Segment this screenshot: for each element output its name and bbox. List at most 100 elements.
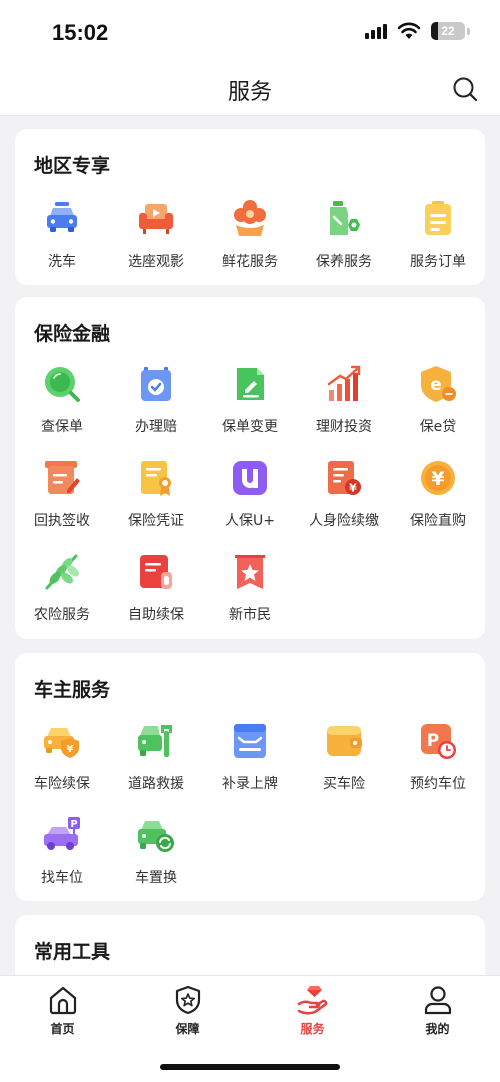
- service-item-label: 办理赔: [135, 419, 177, 435]
- service-item-loan[interactable]: e 保e贷: [391, 364, 485, 456]
- plate-registration-icon: [234, 724, 266, 758]
- service-order-icon: [425, 201, 451, 235]
- receipt-sign-icon: [45, 461, 80, 494]
- service-item-label: 保养服务: [316, 254, 372, 270]
- service-item-claim[interactable]: 办理赔: [109, 364, 203, 456]
- section-common-tools: 常用工具: [15, 915, 485, 975]
- service-item-direct-purchase[interactable]: ¥ 保险直购: [391, 458, 485, 550]
- service-item-label: 保险凭证: [128, 513, 184, 529]
- life-insurance-renewal-icon: ¥: [328, 461, 361, 495]
- tab-label: 首页: [50, 1022, 75, 1036]
- service-item-label: 车险续保: [34, 776, 90, 792]
- policy-search-icon: [45, 367, 80, 402]
- battery-level: 22: [441, 24, 455, 38]
- service-item-picc-u-plus[interactable]: 人保U+: [203, 458, 297, 550]
- service-item-car-insurance-renewal[interactable]: ¥ 车险续保: [15, 721, 109, 813]
- section-regional-exclusive: 地区专享 洗车 选座观影 鲜花服务 保养服务 服务订单: [15, 129, 485, 285]
- service-item-cinema[interactable]: 选座观影: [109, 199, 203, 291]
- policy-change-icon: [237, 368, 264, 400]
- service-item-plate-registration[interactable]: 补录上牌: [203, 721, 297, 813]
- investment-icon: [327, 365, 361, 401]
- service-item-car-wash[interactable]: 洗车: [15, 199, 109, 291]
- service-item-label: 找车位: [41, 870, 83, 886]
- buy-car-insurance-icon: [327, 726, 362, 756]
- picc-u-plus-icon: [233, 461, 267, 495]
- service-item-label: 鲜花服务: [222, 254, 278, 270]
- service-item-label: 理财投资: [316, 419, 372, 435]
- insurance-certificate-icon: [141, 461, 171, 496]
- self-renewal-icon: [140, 555, 172, 589]
- tab-service[interactable]: 服务: [250, 984, 375, 1044]
- service-item-label: 人保U+: [225, 513, 275, 529]
- service-item-policy-change[interactable]: 保单变更: [203, 364, 297, 456]
- status-icons: 22: [365, 22, 470, 40]
- road-rescue-icon: [138, 725, 172, 757]
- service-item-maintenance[interactable]: 保养服务: [297, 199, 391, 291]
- svg-text:e: e: [430, 375, 442, 395]
- service-item-service-order[interactable]: 服务订单: [391, 199, 485, 291]
- service-item-self-renewal[interactable]: 自助续保: [109, 552, 203, 644]
- service-item-label: 新市民: [229, 607, 271, 623]
- service-item-insurance-certificate[interactable]: 保险凭证: [109, 458, 203, 550]
- service-item-policy-search[interactable]: 查保单: [15, 364, 109, 456]
- shield-star-icon: [175, 985, 200, 1015]
- service-item-road-rescue[interactable]: 道路救援: [109, 721, 203, 813]
- service-item-find-parking[interactable]: P 找车位: [15, 815, 109, 907]
- service-item-label: 查保单: [41, 419, 83, 435]
- profile-icon: [424, 986, 451, 1015]
- service-item-label: 保e贷: [419, 419, 457, 435]
- service-item-parking-reservation[interactable]: P 预约车位: [391, 721, 485, 813]
- cinema-seat-icon: [139, 204, 173, 234]
- service-item-label: 选座观影: [128, 254, 184, 270]
- find-parking-icon: P: [44, 817, 80, 850]
- svg-text:¥: ¥: [349, 482, 357, 495]
- agriculture-insurance-icon: [45, 554, 79, 590]
- section-car-owner-services: 车主服务 ¥ 车险续保 道路救援 补录上牌 买车险 P 预约车位 P 找车位 车…: [15, 653, 485, 901]
- service-item-car-exchange[interactable]: 车置换: [109, 815, 203, 907]
- service-content[interactable]: 地区专享 洗车 选座观影 鲜花服务 保养服务 服务订单 保险金融 查保单 办理赔…: [0, 117, 500, 975]
- service-item-buy-car-insurance[interactable]: 买车险: [297, 721, 391, 813]
- status-bar: 15:02 22: [0, 0, 500, 62]
- service-item-new-citizen[interactable]: 新市民: [203, 552, 297, 644]
- maintenance-oil-icon: [330, 201, 360, 235]
- section-insurance-finance: 保险金融 查保单 办理赔 保单变更 理财投资 e 保e贷 回执签收 保险凭证 人…: [15, 297, 485, 639]
- service-item-label: 车置换: [135, 870, 177, 886]
- service-item-flower[interactable]: 鲜花服务: [203, 199, 297, 291]
- section-title: 车主服务: [34, 679, 111, 701]
- status-time: 15:02: [52, 20, 109, 45]
- svg-text:¥: ¥: [431, 468, 444, 490]
- tab-label: 服务: [300, 1022, 325, 1036]
- service-item-label: 回执签收: [34, 513, 90, 529]
- nav-bar: 服务: [0, 62, 500, 116]
- battery-cap: [467, 27, 470, 35]
- tab-mine[interactable]: 我的: [375, 984, 500, 1044]
- service-item-label: 买车险: [323, 776, 365, 792]
- service-item-label: 人身险续缴: [309, 513, 379, 529]
- new-citizen-icon: [235, 555, 265, 589]
- search-icon[interactable]: [452, 76, 478, 102]
- service-item-label: 洗车: [48, 254, 76, 270]
- section-title: 地区专享: [34, 155, 111, 177]
- battery-fill: [431, 22, 439, 40]
- tab-protection[interactable]: 保障: [125, 984, 250, 1044]
- car-wash-icon: [47, 202, 77, 232]
- section-title: 保险金融: [34, 323, 111, 345]
- service-item-life-renewal[interactable]: ¥ 人身险续缴: [297, 458, 391, 550]
- loan-icon: e: [421, 366, 456, 402]
- service-item-investment[interactable]: 理财投资: [297, 364, 391, 456]
- cellular-signal-icon: [365, 23, 387, 39]
- service-item-label: 补录上牌: [222, 776, 278, 792]
- car-insurance-renewal-icon: ¥: [44, 728, 79, 758]
- page-title: 服务: [227, 80, 272, 105]
- flower-icon: [234, 200, 266, 236]
- service-item-agriculture[interactable]: 农险服务: [15, 552, 109, 644]
- tab-home[interactable]: 首页: [0, 984, 125, 1044]
- home-indicator: [160, 1064, 340, 1070]
- car-exchange-icon: [138, 821, 174, 852]
- service-item-label: 自助续保: [128, 607, 184, 623]
- parking-reservation-icon: P: [421, 724, 456, 759]
- service-item-label: 保单变更: [222, 419, 278, 435]
- service-item-receipt-sign[interactable]: 回执签收: [15, 458, 109, 550]
- wifi-icon: [397, 22, 421, 39]
- service-hand-icon: [297, 986, 327, 1015]
